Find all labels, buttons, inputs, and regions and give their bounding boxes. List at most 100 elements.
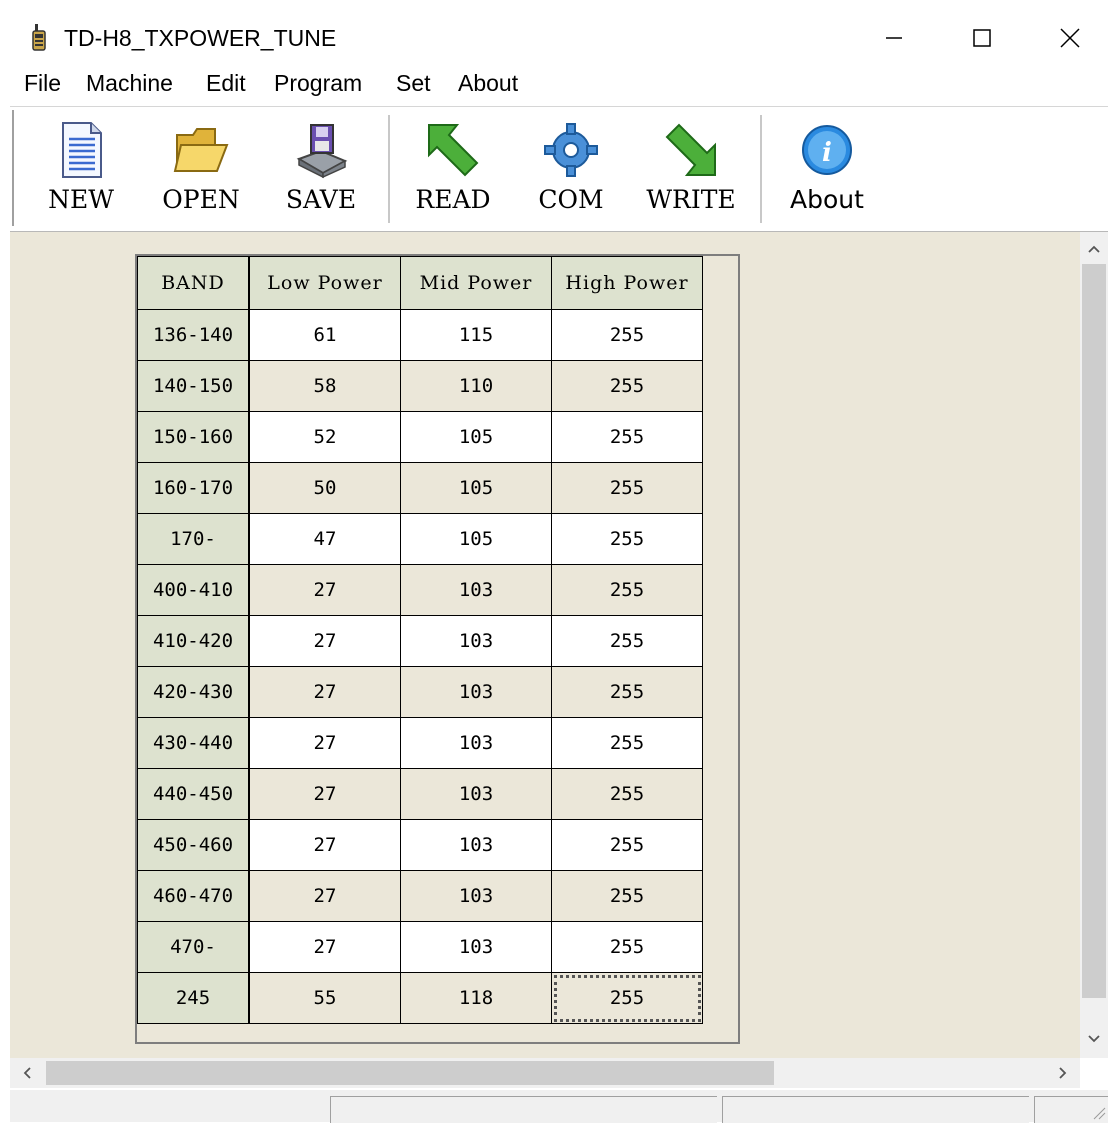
scroll-left-icon[interactable] <box>14 1060 42 1086</box>
power-value-cell[interactable]: 255 <box>551 513 703 565</box>
power-value-cell[interactable]: 110 <box>400 360 552 412</box>
about-label: About <box>790 185 864 214</box>
menu-machine[interactable]: Machine <box>86 70 173 97</box>
band-cell: 400-410 <box>137 564 250 616</box>
menu-file[interactable]: File <box>24 70 61 97</box>
power-value-cell[interactable]: 105 <box>400 411 552 463</box>
table-row: 160-170 50 105 255 <box>137 462 703 514</box>
maximize-button[interactable] <box>938 10 1026 66</box>
power-value-cell[interactable]: 255 <box>551 972 703 1024</box>
power-value-cell[interactable]: 103 <box>400 768 552 820</box>
power-value-cell[interactable]: 255 <box>551 360 703 412</box>
power-value-cell[interactable]: 50 <box>248 462 401 514</box>
new-label: NEW <box>48 185 114 214</box>
status-pane <box>330 1096 717 1123</box>
power-value-cell[interactable]: 103 <box>400 615 552 667</box>
power-value-cell[interactable]: 255 <box>551 564 703 616</box>
power-value-cell[interactable]: 103 <box>400 921 552 973</box>
power-value-cell[interactable]: 103 <box>400 564 552 616</box>
radio-app-icon <box>32 24 46 51</box>
power-grid[interactable]: BAND Low Power Mid Power High Power 136-140 6… <box>135 254 740 1044</box>
power-value-cell[interactable]: 103 <box>400 819 552 871</box>
toolbar-separator <box>760 115 763 223</box>
power-value-cell[interactable]: 103 <box>400 666 552 718</box>
band-cell: 136-140 <box>137 309 250 361</box>
power-value-cell[interactable]: 47 <box>248 513 401 565</box>
power-value-cell[interactable]: 255 <box>551 309 703 361</box>
power-value-cell[interactable]: 105 <box>400 513 552 565</box>
menu-bar: File Machine Edit Program Set About <box>10 66 1108 106</box>
band-cell: 410-420 <box>137 615 250 667</box>
menu-set[interactable]: Set <box>396 70 431 97</box>
gear-icon <box>544 123 598 177</box>
band-cell: 420-430 <box>137 666 250 718</box>
power-value-cell[interactable]: 255 <box>551 615 703 667</box>
power-value-cell[interactable]: 103 <box>400 870 552 922</box>
menu-program[interactable]: Program <box>274 70 362 97</box>
table-row: 440-450 27 103 255 <box>137 768 703 820</box>
com-label: COM <box>538 185 604 214</box>
band-cell: 430-440 <box>137 717 250 769</box>
read-label: READ <box>415 185 491 214</box>
toolbar-grip <box>12 110 14 226</box>
table-row: 450-460 27 103 255 <box>137 819 703 871</box>
power-value-cell[interactable]: 27 <box>248 870 401 922</box>
power-value-cell[interactable]: 255 <box>551 870 703 922</box>
resize-grip-icon[interactable] <box>1090 1104 1106 1120</box>
horizontal-scroll-thumb[interactable] <box>46 1061 774 1085</box>
read-arrow-icon <box>428 124 479 177</box>
minimize-button[interactable] <box>850 10 938 66</box>
toolbar-separator <box>388 115 391 223</box>
scroll-right-icon[interactable] <box>1048 1060 1076 1086</box>
power-value-cell[interactable]: 105 <box>400 462 552 514</box>
power-value-cell[interactable]: 115 <box>400 309 552 361</box>
close-button[interactable] <box>1026 10 1108 66</box>
write-button[interactable]: WRITE <box>636 117 746 225</box>
column-header: BAND <box>137 256 250 310</box>
power-value-cell[interactable]: 255 <box>551 666 703 718</box>
scroll-up-icon[interactable] <box>1080 236 1108 262</box>
power-value-cell[interactable]: 255 <box>551 921 703 973</box>
power-value-cell[interactable]: 27 <box>248 564 401 616</box>
power-value-cell[interactable]: 55 <box>248 972 401 1024</box>
band-cell: 460-470 <box>137 870 250 922</box>
menu-edit[interactable]: Edit <box>206 70 246 97</box>
table-row: 245 55 118 255 <box>137 972 703 1024</box>
power-value-cell[interactable]: 58 <box>248 360 401 412</box>
table-row: 470- 27 103 255 <box>137 921 703 973</box>
write-arrow-icon <box>665 123 716 176</box>
band-cell: 245 <box>137 972 250 1024</box>
power-value-cell[interactable]: 255 <box>551 768 703 820</box>
title-bar: TD-H8_TXPOWER_TUNE <box>10 10 1108 66</box>
power-value-cell[interactable]: 27 <box>248 921 401 973</box>
about-button[interactable]: i About <box>772 117 882 225</box>
power-value-cell[interactable]: 27 <box>248 768 401 820</box>
com-button[interactable]: COM <box>516 117 626 225</box>
band-cell: 440-450 <box>137 768 250 820</box>
power-value-cell[interactable]: 27 <box>248 615 401 667</box>
power-value-cell[interactable]: 61 <box>248 309 401 361</box>
power-value-cell[interactable]: 255 <box>551 411 703 463</box>
read-button[interactable]: READ <box>398 117 508 225</box>
power-value-cell[interactable]: 27 <box>248 666 401 718</box>
power-value-cell[interactable]: 255 <box>551 819 703 871</box>
table-row: 400-410 27 103 255 <box>137 564 703 616</box>
power-value-cell[interactable]: 255 <box>551 717 703 769</box>
band-cell: 450-460 <box>137 819 250 871</box>
table-row: 140-150 58 110 255 <box>137 360 703 412</box>
power-value-cell[interactable]: 52 <box>248 411 401 463</box>
power-value-cell[interactable]: 27 <box>248 717 401 769</box>
menu-about[interactable]: About <box>458 70 518 97</box>
power-value-cell[interactable]: 103 <box>400 717 552 769</box>
scroll-down-icon[interactable] <box>1080 1026 1108 1052</box>
power-value-cell[interactable]: 27 <box>248 819 401 871</box>
power-value-cell[interactable]: 118 <box>400 972 552 1024</box>
vertical-scroll-thumb[interactable] <box>1082 264 1106 998</box>
table-row: 430-440 27 103 255 <box>137 717 703 769</box>
svg-text:i: i <box>822 138 832 168</box>
save-button[interactable]: SAVE <box>266 117 376 225</box>
power-value-cell[interactable]: 255 <box>551 462 703 514</box>
open-button[interactable]: OPEN <box>146 117 256 225</box>
maximize-icon <box>973 29 991 47</box>
new-button[interactable]: NEW <box>26 117 136 225</box>
